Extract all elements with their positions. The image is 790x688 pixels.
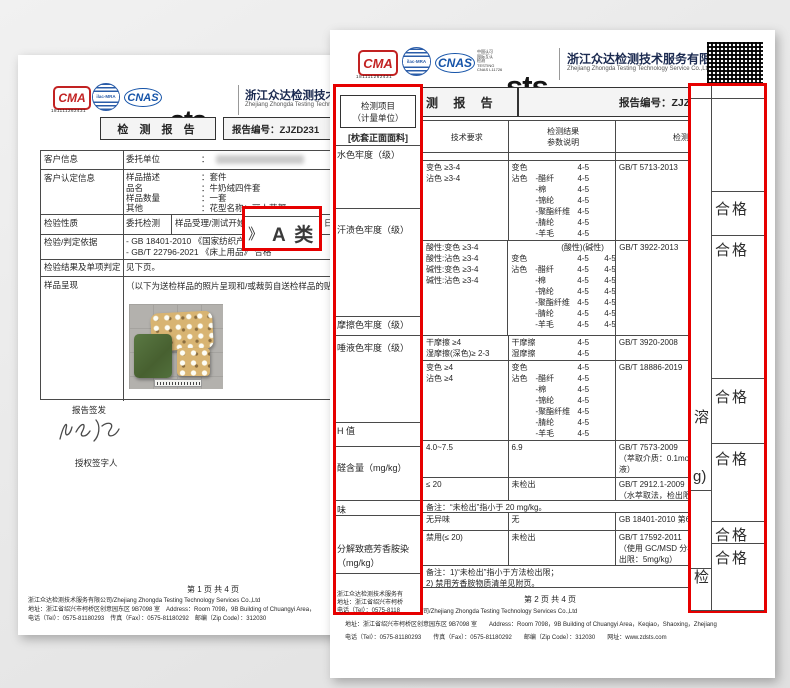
req-cell: 变色 ≥4 沾色 ≥4 xyxy=(423,361,508,440)
page1-footer-line3: 电话（Tel）：0575-81180293 传真（Fax）：0575-81180… xyxy=(28,615,266,623)
cnas-logo: CNAS xyxy=(124,88,162,107)
result-cell: 干摩擦4-5 湿摩擦4-5 xyxy=(508,336,615,360)
result-cell: 未检出 xyxy=(508,531,615,565)
result-head: (酸性)(碱性) xyxy=(561,242,615,253)
annotation-strip-verdict: 溶 g) 检 合格 合格 合格 合格 合格 合格 xyxy=(688,83,767,613)
strip-footer-frag-2: 地址：浙江省绍兴市柯桥 xyxy=(337,599,403,607)
item-perspiration-fastness: 汗渍色牢度（级） xyxy=(337,224,409,236)
row-ident-label: 客户认定信息 xyxy=(44,173,95,184)
cma-logo-p2: CMA xyxy=(358,50,398,76)
fragment-char-1: 溶 xyxy=(694,406,709,427)
req-cell: 干摩擦 ≥4 湿摩擦(深色)≥ 2-3 xyxy=(423,336,508,360)
cnas-logo-p2: CNAS xyxy=(435,53,475,73)
photo-green-blanket xyxy=(134,334,172,378)
redacted-client-name xyxy=(216,155,304,164)
sign-authorized-label: 授权签字人 xyxy=(75,458,118,469)
verdict-pass-1: 合格 xyxy=(715,198,749,219)
page1-page-number: 第 1 页 共 4 页 xyxy=(148,584,278,595)
row-entrust-colon: ： xyxy=(201,154,210,165)
req-cell: 酸性:变色 ≥3-4 酸性:沾色 ≥3-4 碱性:变色 ≥3-4 碱性:沾色 ≥… xyxy=(423,241,507,335)
row-nature-value: 委托检测 xyxy=(126,218,160,229)
cma-number-p2: 181111262431 xyxy=(356,74,392,79)
row-result-value: 见下页。 xyxy=(126,262,160,273)
result-cell: 变色4-5 沾色 -醋纤4-5 -棉4-5 -锦纶4-5 -聚酯纤维4-5 -腈… xyxy=(508,161,615,240)
sample-caption: （以下为送检样品的照片呈现和/或裁剪自送检样品的贴样） xyxy=(126,281,349,292)
result-cell: 无 xyxy=(508,513,615,530)
cnas-accreditation-text: 中国认可 国际互认 检测 TESTING CNAS L11726 xyxy=(477,50,502,73)
item-ph-value: H 值 xyxy=(337,425,355,437)
req-cell: 4.0~7.5 xyxy=(423,441,508,477)
item-formaldehyde: 醛含量（mg/kg） xyxy=(337,462,407,474)
test-item-header-cell: 检测项目 （计量单位） xyxy=(340,95,416,128)
field-sample-desc: 样品描述：套件 xyxy=(126,172,227,183)
ilac-mra-logo-p2: ilac-MRA xyxy=(402,47,431,76)
annotation-a-class: 》 A 类 xyxy=(242,206,322,251)
header-divider xyxy=(238,85,239,115)
row-basis-label: 检验/判定依据 xyxy=(44,237,97,248)
result-cell: 未检出 xyxy=(508,478,615,500)
strip-footer-frag-1: 浙江众达检测技术服务有 xyxy=(337,591,403,599)
page2-footer-line2: 地址：浙江省绍兴市柯桥区创意园东区 9B7098 室 Address：Room … xyxy=(345,621,717,629)
item-aromatic-amines-1: 分解致癌芳香胺染 xyxy=(337,543,409,555)
row-entrust-field: 委托单位 xyxy=(126,154,160,165)
ilac-mra-logo: ilac-MRA xyxy=(92,83,120,111)
strip-footer-frag-3: 电话（Tel）：0575-8118 xyxy=(337,607,400,615)
verdict-pass-4: 合格 xyxy=(715,448,749,469)
photo-quilt-small xyxy=(177,348,210,376)
company-name-en-p2: Zhejiang Zhongda Testing Technology Serv… xyxy=(567,66,711,72)
report-title-bar: 检 测 报 告 xyxy=(100,117,216,140)
header-req: 技术要求 xyxy=(423,121,508,152)
report-no: 报告编号：ZJZD231 xyxy=(232,122,319,136)
header-divider-p2 xyxy=(559,48,560,80)
photo-label-strip xyxy=(154,379,202,387)
annotation-strip-test-items: 检测项目 （计量单位） [枕套正面面料] 水色牢度（级） 汗渍色牢度（级） 摩擦… xyxy=(333,84,423,615)
item-aromatic-amines-2: （mg/kg） xyxy=(337,557,380,569)
header-result: 检测结果 参数说明 xyxy=(508,121,615,152)
page2-footer-line3: 电话（Tel）：0575-81180293 传真（Fax）：0575-81180… xyxy=(345,634,667,642)
row-nature-label: 检验性质 xyxy=(44,218,78,229)
a-class-bracket: 》 xyxy=(248,223,263,244)
result-cell: 6.9 xyxy=(508,441,615,477)
verdict-pass-6: 合格 xyxy=(715,547,749,568)
row-customer-label: 客户信息 xyxy=(44,154,78,165)
result-cell: 变色4-5 沾色 -醋纤4-5 -棉4-5 -锦纶4-5 -聚酯纤维4-5 -腈… xyxy=(508,361,615,440)
item-saliva-fastness: 唾液色牢度（级） xyxy=(337,342,409,354)
signature xyxy=(54,413,126,454)
report-title: 检 测 报 告 xyxy=(117,121,198,137)
page-background: { "header": { "company_cn": "浙江众达检测技术服务有… xyxy=(0,0,790,688)
req-cell: 无异味 xyxy=(423,513,508,530)
page1-footer-line2: 地址：浙江省绍兴市柯桥区创意园东区 9B7098 室 Address：Room … xyxy=(28,606,315,614)
qr-code xyxy=(707,42,763,88)
page1-footer-line1: 浙江众达检测技术服务有限公司/Zhejiang Zhongda Testing … xyxy=(28,597,260,605)
fragment-char-2: g) xyxy=(693,468,706,485)
result-cell: (酸性)(碱性) 变色4-54-5 沾色 -醋纤4-54-5 -棉4-54-5 … xyxy=(507,241,615,335)
page2-page-number: 第 2 页 共 4 页 xyxy=(485,594,615,605)
req-cell: 禁用(≤ 20) xyxy=(423,531,508,565)
verdict-pass-3: 合格 xyxy=(715,386,749,407)
req-cell: ≤ 20 xyxy=(423,478,508,500)
row-sample-label: 样品呈现 xyxy=(44,280,78,291)
item-water-fastness: 水色牢度（级） xyxy=(337,149,400,161)
verdict-pass-2: 合格 xyxy=(715,239,749,260)
row-result-label: 检验结果及单项判定 xyxy=(44,262,121,273)
item-rubbing-fastness: 摩擦色牢度（级） xyxy=(337,319,409,331)
report-title-p2: 测 报 告 xyxy=(426,94,499,111)
section-pillowcase-fabric: [枕套正面面料] xyxy=(336,131,420,144)
cma-number: 181111262431 xyxy=(51,107,86,115)
verdict-pass-5: 合格 xyxy=(715,524,749,545)
sample-photo xyxy=(129,304,223,389)
a-class-label: A 类 xyxy=(272,220,315,247)
req-cell: 变色 ≥3-4 沾色 ≥3-4 xyxy=(423,161,508,240)
fragment-char-3: 检 xyxy=(694,566,709,587)
